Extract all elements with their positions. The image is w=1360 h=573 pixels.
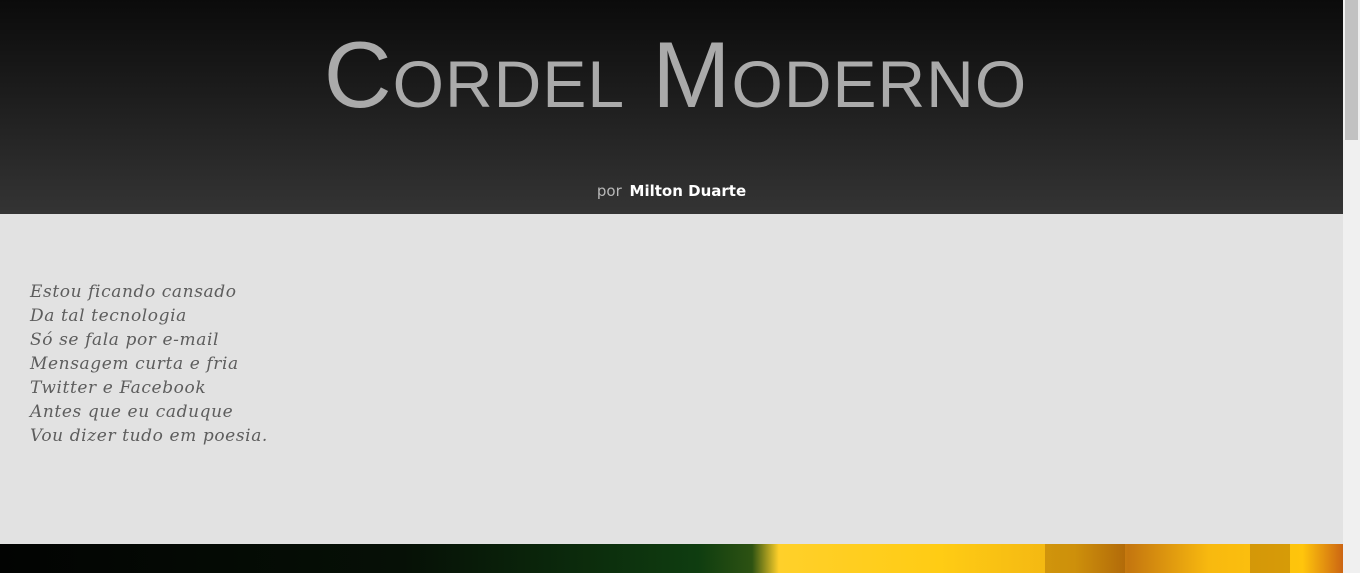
poem-line: Estou ficando cansado — [30, 282, 237, 302]
petal-shadow — [1045, 544, 1125, 573]
main-viewport: Cordel Moderno por Milton Duarte Estou f… — [0, 0, 1343, 573]
page: Cordel Moderno por Milton Duarte Estou f… — [0, 0, 1360, 573]
vertical-scrollbar[interactable] — [1343, 0, 1360, 573]
poem-stanza: Estou ficando cansado Da tal tecnologia … — [30, 280, 268, 448]
poem-line: Twitter e Facebook — [30, 378, 207, 398]
byline-prefix: por — [596, 182, 622, 200]
scrollbar-thumb[interactable] — [1345, 0, 1358, 140]
poem-line: Mensagem curta e fria — [30, 354, 239, 374]
byline: por Milton Duarte — [0, 180, 1343, 202]
poem-section: Estou ficando cansado Da tal tecnologia … — [0, 214, 1343, 544]
poem-line: Da tal tecnologia — [30, 306, 187, 326]
poem-line: Só se fala por e-mail — [30, 330, 220, 350]
author-name: Milton Duarte — [629, 182, 747, 200]
poem-line: Antes que eu caduque — [30, 402, 234, 422]
petal-shadow — [1250, 544, 1290, 573]
poem-line: Vou dizer tudo em poesia. — [30, 426, 268, 446]
site-title[interactable]: Cordel Moderno — [0, 0, 1343, 150]
sunflower-banner-image — [0, 544, 1343, 573]
site-header: Cordel Moderno por Milton Duarte — [0, 0, 1343, 214]
